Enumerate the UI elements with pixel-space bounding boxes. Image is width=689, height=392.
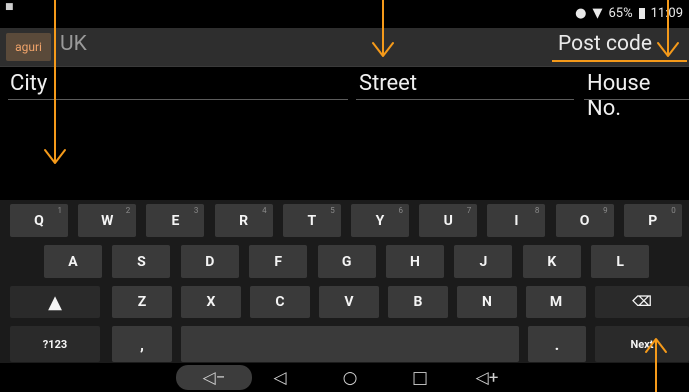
status-bar: ■ ● ▼ 65% 11:09 bbox=[0, 0, 689, 28]
key-hint: 6 bbox=[398, 206, 404, 215]
street-field[interactable]: Street bbox=[359, 71, 417, 96]
key-label: P bbox=[648, 212, 658, 229]
recents-icon[interactable]: □ bbox=[405, 366, 435, 390]
key-c[interactable]: C bbox=[250, 286, 310, 318]
key-u[interactable]: U7 bbox=[419, 204, 478, 237]
key-e[interactable]: E3 bbox=[146, 204, 205, 237]
key-hint: 0 bbox=[671, 206, 676, 215]
key-label: U bbox=[443, 212, 453, 229]
key-label: W bbox=[101, 212, 114, 229]
key-x[interactable]: X bbox=[181, 286, 241, 318]
volume-down-icon[interactable]: ◁− bbox=[176, 365, 252, 390]
key-n[interactable]: N bbox=[457, 286, 517, 318]
battery-percent: 65% bbox=[608, 5, 633, 21]
key-v[interactable]: V bbox=[319, 286, 379, 318]
soft-keyboard: Q1W2E3R4T5Y6U7I8O9P0 ASDFGHJKL ZXCVBNM ▲… bbox=[0, 200, 689, 363]
city-underline bbox=[8, 99, 348, 100]
home-icon[interactable]: ○ bbox=[335, 366, 365, 390]
backspace-key[interactable]: ⌫ bbox=[595, 286, 689, 318]
clock: 11:09 bbox=[650, 5, 683, 21]
key-hint: 8 bbox=[534, 206, 540, 215]
battery-icon bbox=[638, 7, 645, 19]
key-b[interactable]: B bbox=[388, 286, 448, 318]
key-p[interactable]: P0 bbox=[623, 204, 682, 237]
back-icon[interactable]: ◁ bbox=[265, 366, 295, 390]
shift-key[interactable]: ▲ bbox=[10, 286, 100, 318]
navigation-bar: ◁− ◁ ○ □ ◁+ bbox=[0, 363, 689, 392]
app-logo: aguri bbox=[6, 33, 51, 61]
city-field[interactable]: City bbox=[10, 71, 47, 96]
postcode-field[interactable]: Post code bbox=[558, 32, 652, 56]
space-key[interactable] bbox=[181, 326, 519, 362]
location-icon: ● bbox=[575, 5, 587, 21]
key-hint: 2 bbox=[125, 206, 131, 215]
key-d[interactable]: D bbox=[180, 245, 239, 278]
house-number-underline bbox=[584, 99, 689, 100]
lock-icon: ■ bbox=[5, 2, 14, 12]
street-underline bbox=[356, 99, 574, 100]
key-i[interactable]: I8 bbox=[487, 204, 546, 237]
status-right-group: ● ▼ 65% 11:09 bbox=[575, 4, 683, 22]
key-z[interactable]: Z bbox=[112, 286, 172, 318]
key-hint: 3 bbox=[193, 206, 199, 215]
postcode-underline bbox=[552, 60, 687, 62]
period-key[interactable]: . bbox=[528, 326, 586, 362]
key-t[interactable]: T5 bbox=[282, 204, 341, 237]
key-m[interactable]: M bbox=[526, 286, 586, 318]
key-o[interactable]: O9 bbox=[555, 204, 614, 237]
key-label: O bbox=[579, 212, 590, 229]
key-w[interactable]: W2 bbox=[78, 204, 137, 237]
key-j[interactable]: J bbox=[454, 245, 513, 278]
key-s[interactable]: S bbox=[112, 245, 171, 278]
key-l[interactable]: L bbox=[591, 245, 650, 278]
volume-up-icon[interactable]: ◁+ bbox=[467, 366, 507, 390]
key-g[interactable]: G bbox=[317, 245, 376, 278]
key-q[interactable]: Q1 bbox=[10, 204, 68, 237]
key-a[interactable]: A bbox=[44, 245, 102, 278]
key-label: E bbox=[171, 212, 180, 229]
key-hint: 5 bbox=[330, 206, 335, 215]
shift-up-arrow-icon: ▲ bbox=[48, 291, 62, 313]
key-label: I bbox=[514, 212, 519, 229]
key-label: R bbox=[239, 212, 249, 229]
key-hint: 7 bbox=[466, 206, 472, 215]
next-key[interactable]: Next bbox=[595, 326, 689, 362]
key-label: Q bbox=[34, 212, 44, 229]
symbols-key[interactable]: ?123 bbox=[10, 326, 100, 362]
key-hint: 9 bbox=[603, 206, 608, 215]
country-field[interactable]: UK bbox=[60, 32, 87, 56]
key-label: Y bbox=[375, 212, 385, 229]
key-r[interactable]: R4 bbox=[214, 204, 273, 237]
key-hint: 4 bbox=[262, 206, 267, 215]
backspace-icon: ⌫ bbox=[632, 294, 652, 310]
key-y[interactable]: Y6 bbox=[351, 204, 409, 237]
key-hint: 1 bbox=[57, 206, 63, 215]
key-h[interactable]: H bbox=[386, 245, 444, 278]
key-f[interactable]: F bbox=[249, 245, 308, 278]
comma-key[interactable]: , bbox=[112, 326, 172, 362]
wifi-icon: ▼ bbox=[592, 5, 603, 21]
house-number-field[interactable]: House No. bbox=[587, 71, 689, 121]
key-label: T bbox=[307, 212, 317, 229]
key-k[interactable]: K bbox=[522, 245, 581, 278]
